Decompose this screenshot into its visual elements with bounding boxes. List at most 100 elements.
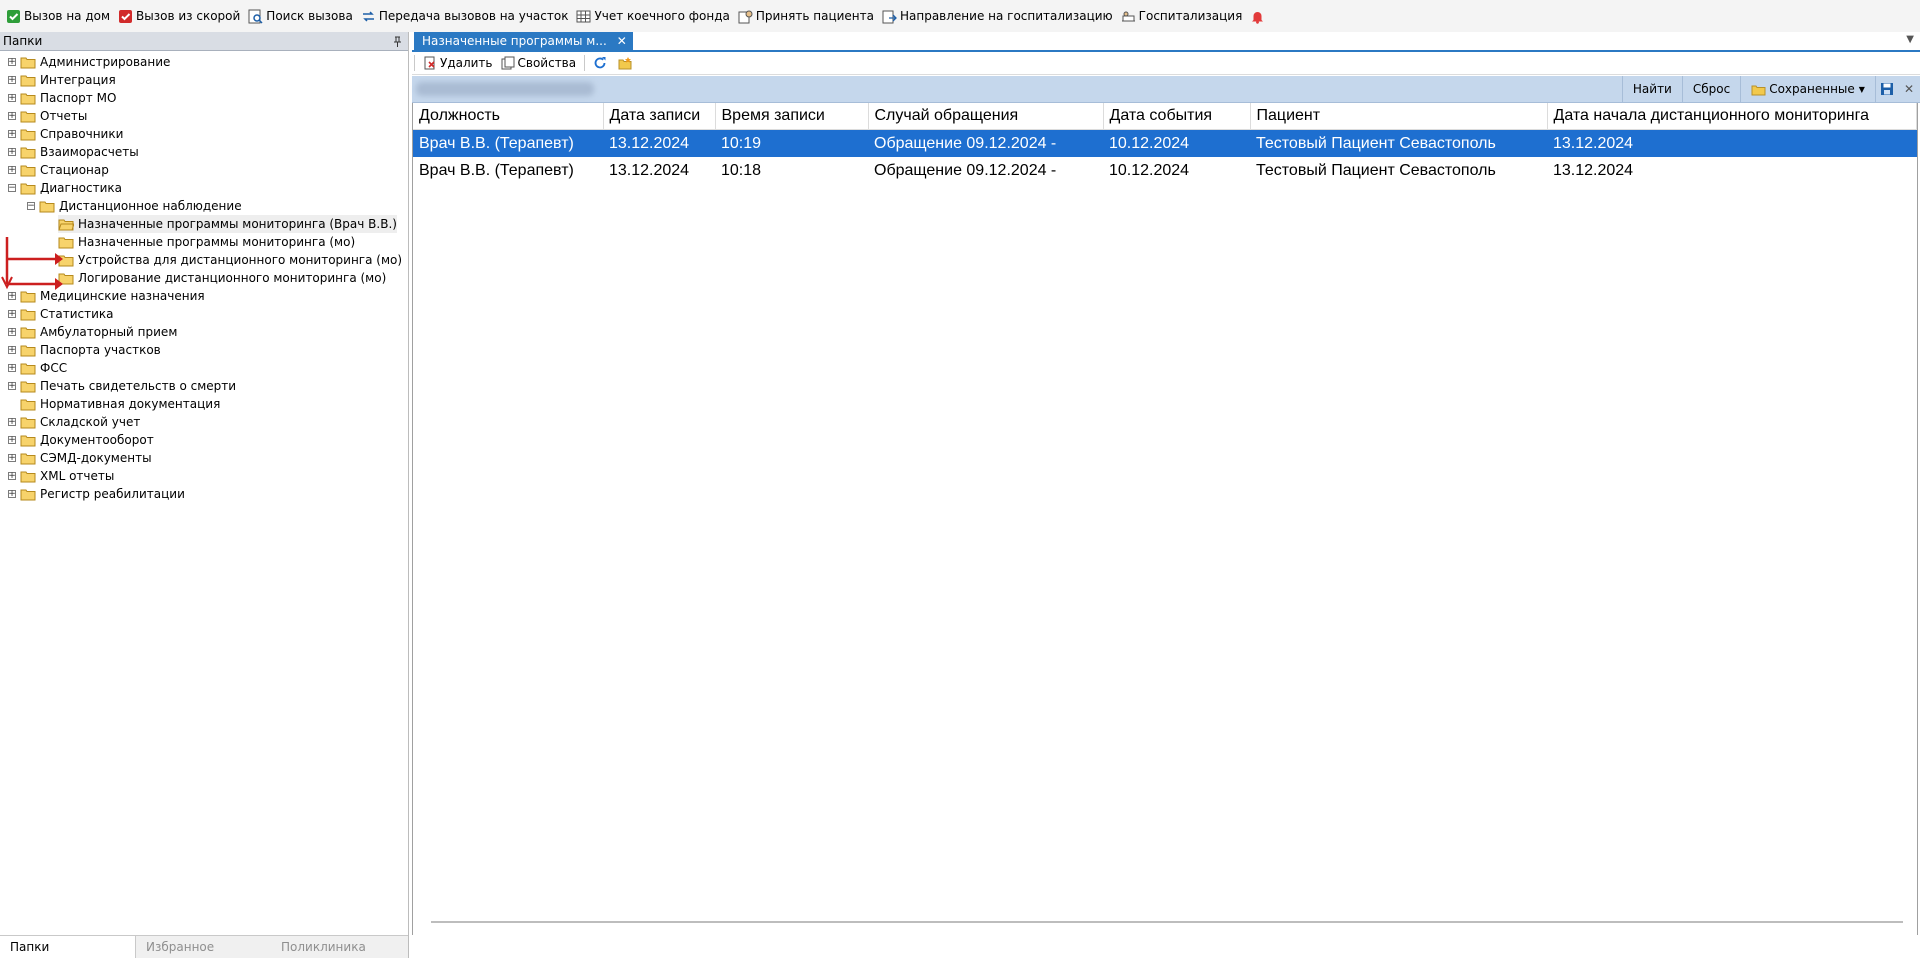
expand-icon[interactable]: +	[8, 328, 16, 337]
tree-item[interactable]: Устройства для дистанционного мониторинг…	[58, 251, 402, 269]
expand-icon[interactable]: +	[8, 310, 16, 319]
tree-item[interactable]: + Статистика	[8, 305, 114, 323]
expand-icon[interactable]: +	[8, 130, 16, 139]
tree-item[interactable]: + Паспорта участков	[8, 341, 161, 359]
folder-tree: + Администрирование + Интеграция + Паспорт МО…	[0, 51, 408, 501]
tree-item-label: Паспорт МО	[40, 91, 117, 105]
find-button[interactable]: Найти	[1621, 76, 1682, 102]
column-header-patient[interactable]: Пациент	[1250, 103, 1548, 130]
tree-item[interactable]: − Дистанционное наблюдение	[27, 197, 242, 215]
accept-patient-icon	[738, 10, 753, 23]
records-table: Должность Дата записи Время записи Случа…	[413, 103, 1917, 184]
tree-item[interactable]: + Складской учет	[8, 413, 140, 431]
tab-folders[interactable]: Папки	[0, 936, 136, 958]
tree-item[interactable]: Нормативная документация	[20, 395, 220, 413]
tab-favorites[interactable]: Избранное	[136, 936, 271, 958]
folder-icon	[20, 489, 36, 500]
saved-filters-button[interactable]: Сохраненные ▼	[1740, 76, 1875, 102]
collapse-icon[interactable]: −	[27, 202, 35, 211]
blurred-filter-text	[416, 82, 594, 96]
column-header-monitoring-start[interactable]: Дата начала дистанционного мониторинга	[1547, 103, 1917, 130]
table-cell: 10:18	[721, 161, 762, 179]
save-filter-button[interactable]	[1874, 76, 1898, 102]
tree-item[interactable]: + Взаиморасчеты	[8, 143, 139, 161]
table-cell: 10.12.2024	[1103, 129, 1250, 157]
collapse-icon[interactable]: −	[8, 184, 16, 193]
tree-item[interactable]: + ФСС	[8, 359, 67, 377]
hospital-referral-button[interactable]: Направление на госпитализацию	[878, 4, 1117, 28]
expand-icon[interactable]: +	[8, 472, 16, 481]
expand-icon[interactable]: +	[8, 148, 16, 157]
tree-item[interactable]: + СЭМД-документы	[8, 449, 152, 467]
expand-icon[interactable]: +	[8, 364, 16, 373]
table-row[interactable]: Врач В.В. (Терапевт) 13.12.2024 10:19 Об…	[413, 129, 1917, 157]
home-call-button[interactable]: Вызов на дом	[2, 4, 114, 28]
tree-item[interactable]: + Регистр реабилитации	[8, 485, 185, 503]
expand-icon[interactable]: +	[8, 454, 16, 463]
column-header-position[interactable]: Должность	[413, 103, 604, 130]
tree-item[interactable]: + Администрирование	[8, 53, 170, 71]
column-header-event-date[interactable]: Дата события	[1103, 103, 1251, 130]
folders-panel-header: Папки	[0, 32, 408, 51]
tree-item[interactable]: + Печать свидетельств о смерти	[8, 377, 236, 395]
tree-item[interactable]: + Интеграция	[8, 71, 116, 89]
table-cell: 13.12.2024	[609, 161, 690, 179]
tree-item[interactable]: + Документооборот	[8, 431, 154, 449]
expand-icon[interactable]: +	[8, 346, 16, 355]
column-header-record-time[interactable]: Время записи	[715, 103, 869, 130]
column-header-record-date[interactable]: Дата записи	[603, 103, 716, 130]
delete-button[interactable]: Удалить	[419, 53, 497, 73]
expand-icon[interactable]: +	[8, 436, 16, 445]
tree-item-label: Диагностика	[40, 181, 123, 195]
tab-polyclinic[interactable]: Поликлиника	[271, 936, 406, 958]
tree-item[interactable]: − Диагностика	[8, 179, 123, 197]
tree-item[interactable]: + Отчеты	[8, 107, 87, 125]
tree-item[interactable]: + Стационар	[8, 161, 109, 179]
refresh-button[interactable]	[589, 53, 614, 73]
tree-item-label: Амбулаторный прием	[40, 325, 178, 339]
properties-button[interactable]: Свойства	[497, 53, 581, 73]
tree-item[interactable]: Логирование дистанционного мониторинга (…	[58, 269, 386, 287]
document-area: Назначенные программы м... ✕ ▼ Удалить С…	[412, 32, 1920, 958]
tree-item[interactable]: + Справочники	[8, 125, 123, 143]
expand-icon[interactable]: +	[8, 418, 16, 427]
ambulance-call-button[interactable]: Вызов из скорой	[114, 4, 244, 28]
folder-icon	[20, 327, 36, 338]
data-grid: Должность Дата записи Время записи Случа…	[412, 103, 1918, 935]
tab-assigned-programs[interactable]: Назначенные программы м... ✕	[414, 32, 633, 50]
expand-icon[interactable]: +	[8, 112, 16, 121]
pin-icon[interactable]	[393, 36, 402, 47]
tree-item[interactable]: + XML отчеты	[8, 467, 114, 485]
bed-fund-button[interactable]: Учет коечного фонда	[572, 4, 733, 28]
tree-item[interactable]: + Паспорт МО	[8, 89, 117, 107]
expand-icon[interactable]: +	[8, 166, 16, 175]
expand-icon[interactable]: +	[8, 76, 16, 85]
accept-patient-button[interactable]: Принять пациента	[734, 4, 878, 28]
tree-item-label: Взаиморасчеты	[40, 145, 139, 159]
tree-item[interactable]: Назначенные программы мониторинга (мо)	[58, 233, 355, 251]
save-icon	[1880, 83, 1893, 95]
close-filter-button[interactable]: ✕	[1898, 76, 1920, 102]
folder-action-button[interactable]	[614, 53, 639, 73]
expand-icon[interactable]: +	[8, 490, 16, 499]
horizontal-scrollbar[interactable]	[431, 921, 1903, 923]
column-header-case[interactable]: Случай обращения	[868, 103, 1104, 130]
folder-icon	[20, 75, 36, 86]
search-call-button[interactable]: Поиск вызова	[244, 4, 357, 28]
tree-item[interactable]: + Амбулаторный прием	[8, 323, 178, 341]
folder-icon	[20, 345, 36, 356]
expand-icon[interactable]: +	[8, 382, 16, 391]
chevron-down-icon[interactable]: ▼	[1906, 34, 1914, 45]
table-cell: 13.12.2024	[1553, 161, 1634, 179]
tree-item[interactable]: Назначенные программы мониторинга (Врач …	[58, 215, 397, 233]
transfer-calls-button[interactable]: Передача вызовов на участок	[357, 4, 573, 28]
hospitalization-button[interactable]: Госпитализация	[1117, 4, 1247, 28]
properties-icon	[501, 56, 514, 70]
table-row[interactable]: Врач В.В. (Терапевт) 13.12.2024 10:18 Об…	[413, 157, 1917, 184]
close-icon[interactable]: ✕	[617, 34, 627, 48]
reset-button[interactable]: Сброс	[1681, 76, 1740, 102]
notifications-button[interactable]	[1246, 4, 1272, 28]
expand-icon[interactable]: +	[8, 292, 16, 301]
expand-icon[interactable]: +	[8, 58, 16, 67]
expand-icon[interactable]: +	[8, 94, 16, 103]
